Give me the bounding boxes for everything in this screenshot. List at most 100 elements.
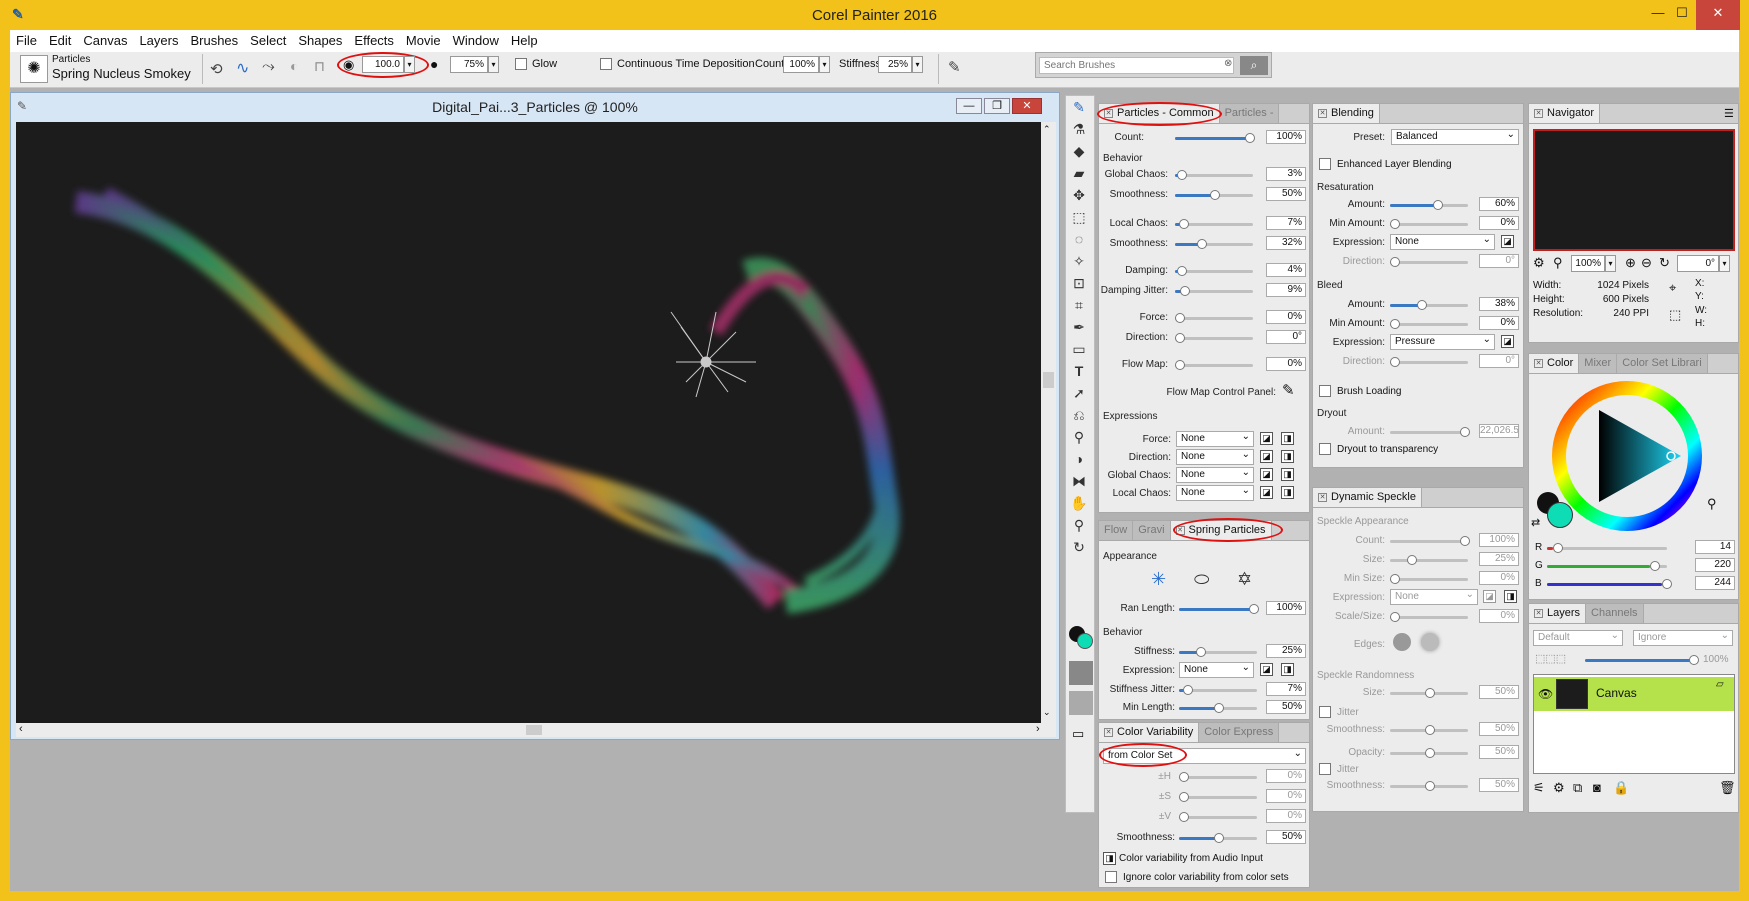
- bl-min-amount-slider[interactable]: [1390, 219, 1468, 229]
- painting-canvas[interactable]: [16, 122, 1041, 723]
- bl-amount-slider[interactable]: [1390, 200, 1468, 210]
- doc-minimize-button[interactable]: —: [956, 98, 982, 114]
- layer-mask-icon[interactable]: ◙: [1593, 780, 1601, 795]
- ds-jitter2-checkbox[interactable]: [1319, 763, 1331, 775]
- rotate-page-tool-icon[interactable]: ↻: [1066, 536, 1092, 558]
- bl-direction-slider[interactable]: [1390, 257, 1468, 267]
- dropper-tool-icon[interactable]: ⚗: [1066, 118, 1092, 140]
- ds-jitter-checkbox[interactable]: [1319, 706, 1331, 718]
- bl-enhanced-checkbox[interactable]: [1319, 158, 1331, 170]
- pc-damping-value[interactable]: 4%: [1266, 263, 1306, 277]
- spring-min-length-value[interactable]: 50%: [1266, 700, 1306, 714]
- bl-bleed-min-slider[interactable]: [1390, 319, 1468, 329]
- rubber-stamp-tool-icon[interactable]: ⚲: [1066, 426, 1092, 448]
- brush-tool-icon[interactable]: ✎: [1066, 96, 1092, 118]
- tab-layers[interactable]: ✕ Layers: [1529, 604, 1587, 623]
- pc-local-chaos-value[interactable]: 7%: [1266, 216, 1306, 230]
- bl-dryout-amount-slider[interactable]: [1390, 427, 1470, 437]
- bl-amount-value[interactable]: 60%: [1479, 197, 1519, 211]
- pc-exp-force-audio-icon[interactable]: ◨: [1281, 432, 1294, 445]
- pc-direction-slider[interactable]: [1175, 333, 1253, 343]
- tab-color[interactable]: ✕ Color: [1529, 354, 1580, 373]
- spring-loop-icon[interactable]: ⬭: [1194, 569, 1209, 590]
- bl-expression-select[interactable]: None: [1390, 233, 1495, 250]
- doc-close-button[interactable]: ✕: [1012, 98, 1042, 114]
- spring-stiffness-jitter-value[interactable]: 7%: [1266, 682, 1306, 696]
- cv-audio-toggle-icon[interactable]: ◨: [1103, 852, 1116, 865]
- brush-category[interactable]: Particles: [52, 54, 90, 65]
- pc-smoothness2-slider[interactable]: [1175, 239, 1253, 249]
- spring-stiffness-jitter-slider[interactable]: [1179, 685, 1257, 695]
- crop-tool-icon[interactable]: ⌗: [1066, 294, 1092, 316]
- ds-r-size-slider[interactable]: [1390, 688, 1468, 698]
- cv-h-value[interactable]: 0%: [1266, 769, 1306, 783]
- stiffness-field[interactable]: 25%: [878, 56, 912, 73]
- ds-scale-slider[interactable]: [1390, 612, 1468, 622]
- menu-movie[interactable]: Movie: [400, 30, 447, 52]
- size-dropdown[interactable]: ▾: [404, 56, 415, 73]
- tab-navigator[interactable]: ✕ Navigator: [1529, 104, 1601, 123]
- dynamic-plugins-icon[interactable]: ⚙: [1553, 780, 1565, 796]
- spring-stiffness-slider[interactable]: [1179, 647, 1257, 657]
- layer-lock-icons[interactable]: ⬚⬚⬚: [1535, 652, 1566, 665]
- menu-file[interactable]: File: [10, 30, 43, 52]
- pc-exp-global-chaos-audio-icon[interactable]: ◨: [1281, 468, 1294, 481]
- navigator-settings-icon[interactable]: ⚙: [1533, 255, 1545, 271]
- bl-preset-select[interactable]: Balanced: [1391, 128, 1519, 145]
- transform-tool-icon[interactable]: ⊡: [1066, 272, 1092, 294]
- pc-exp-direction-audio-icon[interactable]: ◨: [1281, 450, 1294, 463]
- tab-color-set-libraries[interactable]: Color Set Librari: [1617, 354, 1708, 373]
- navigator-zoom-field[interactable]: 100%: [1571, 255, 1605, 272]
- ds-soft-edge-icon[interactable]: [1421, 633, 1439, 651]
- brush-variant-icon[interactable]: ✺: [20, 55, 48, 83]
- bl-bleed-expression-select[interactable]: Pressure: [1390, 333, 1495, 350]
- ds-smoothness-value[interactable]: 50%: [1479, 722, 1519, 736]
- spring-ran-length-slider[interactable]: [1179, 604, 1259, 614]
- brush-variant[interactable]: Spring Nucleus Smokey: [52, 66, 191, 81]
- color-b-value[interactable]: 244: [1695, 576, 1735, 590]
- bl-bleed-direction-slider[interactable]: [1390, 357, 1468, 367]
- tab-dynamic-speckle[interactable]: ✕ Dynamic Speckle: [1313, 488, 1422, 507]
- layer-opacity-value[interactable]: 100%: [1703, 654, 1729, 665]
- pc-force-slider[interactable]: [1175, 313, 1253, 323]
- spring-expression-audio-icon[interactable]: ◨: [1281, 663, 1294, 676]
- spring-expression-invert-icon[interactable]: ◪: [1260, 663, 1273, 676]
- cv-h-slider[interactable]: [1179, 772, 1257, 782]
- menu-select[interactable]: Select: [244, 30, 292, 52]
- tab-color-variability[interactable]: ✕ Color Variability: [1099, 723, 1200, 742]
- navigator-menu-icon[interactable]: ☰: [1724, 107, 1734, 120]
- layer-adjuster-tool-icon[interactable]: ✥: [1066, 184, 1092, 206]
- navigator-zoom-icon[interactable]: ⚲: [1553, 255, 1563, 271]
- layer-commands-icon[interactable]: ⚟: [1533, 780, 1545, 796]
- rect-select-tool-icon[interactable]: ⬚: [1066, 206, 1092, 228]
- additional-color-circle[interactable]: [1547, 502, 1573, 528]
- pc-global-chaos-value[interactable]: 3%: [1266, 167, 1306, 181]
- dodge-tool-icon[interactable]: ◑: [1066, 448, 1092, 470]
- pc-damping-slider[interactable]: [1175, 266, 1253, 276]
- pc-global-chaos-slider[interactable]: [1175, 170, 1253, 180]
- cv-ignore-checkbox[interactable]: [1105, 871, 1117, 883]
- cv-s-slider[interactable]: [1179, 792, 1257, 802]
- pc-flow-map-value[interactable]: 0%: [1266, 357, 1306, 371]
- stroke-attribute-icon[interactable]: ◐: [290, 58, 298, 74]
- stiffness-dropdown[interactable]: ▾: [912, 56, 923, 73]
- ds-size-slider[interactable]: [1390, 555, 1468, 565]
- cv-s-value[interactable]: 0%: [1266, 789, 1306, 803]
- menu-effects[interactable]: Effects: [348, 30, 400, 52]
- tab-color-expression[interactable]: Color Express: [1199, 723, 1280, 742]
- ctd-checkbox[interactable]: [600, 58, 612, 70]
- ds-expression-invert-icon[interactable]: ◪: [1483, 590, 1496, 603]
- ds-expression-audio-icon[interactable]: ◨: [1504, 590, 1517, 603]
- scroll-right-icon[interactable]: ›: [1036, 723, 1040, 735]
- ds-scale-value[interactable]: 0%: [1479, 609, 1519, 623]
- layer-depth-select[interactable]: Ignore: [1633, 629, 1733, 646]
- reset-tool-icon[interactable]: ⟲: [210, 60, 223, 78]
- scroll-up-icon[interactable]: ⌃: [1043, 124, 1051, 135]
- cv-v-slider[interactable]: [1179, 812, 1257, 822]
- pc-damping-jitter-slider[interactable]: [1175, 286, 1253, 296]
- pc-exp-direction-invert-icon[interactable]: ◪: [1260, 450, 1273, 463]
- scroll-left-icon[interactable]: ‹: [19, 723, 23, 735]
- horizontal-scrollbar[interactable]: ‹ ›: [16, 723, 1056, 737]
- cloner-tool-icon[interactable]: ⎌: [1066, 404, 1092, 426]
- layer-visibility-eye-icon[interactable]: 👁: [1538, 687, 1553, 701]
